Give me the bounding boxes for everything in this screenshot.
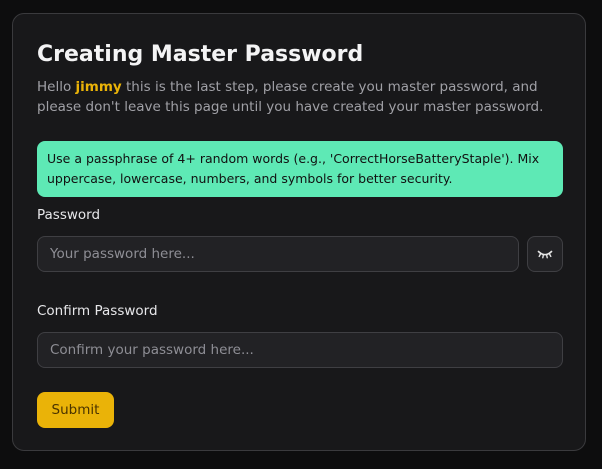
intro-text: Hello jimmy this is the last step, pleas…: [37, 77, 567, 117]
confirm-password-label: Confirm Password: [37, 303, 158, 319]
toggle-password-visibility-button[interactable]: [527, 236, 563, 272]
intro-username: jimmy: [75, 79, 122, 95]
master-password-card: Creating Master Password Hello jimmy thi…: [12, 13, 586, 451]
page-title: Creating Master Password: [37, 42, 364, 67]
password-input[interactable]: [37, 236, 519, 272]
confirm-password-input[interactable]: [37, 332, 563, 368]
submit-button[interactable]: Submit: [37, 392, 114, 428]
intro-greeting: Hello: [37, 79, 72, 95]
password-tip-banner: Use a passphrase of 4+ random words (e.g…: [37, 141, 563, 197]
eye-closed-icon: [537, 250, 553, 259]
password-label: Password: [37, 207, 101, 223]
